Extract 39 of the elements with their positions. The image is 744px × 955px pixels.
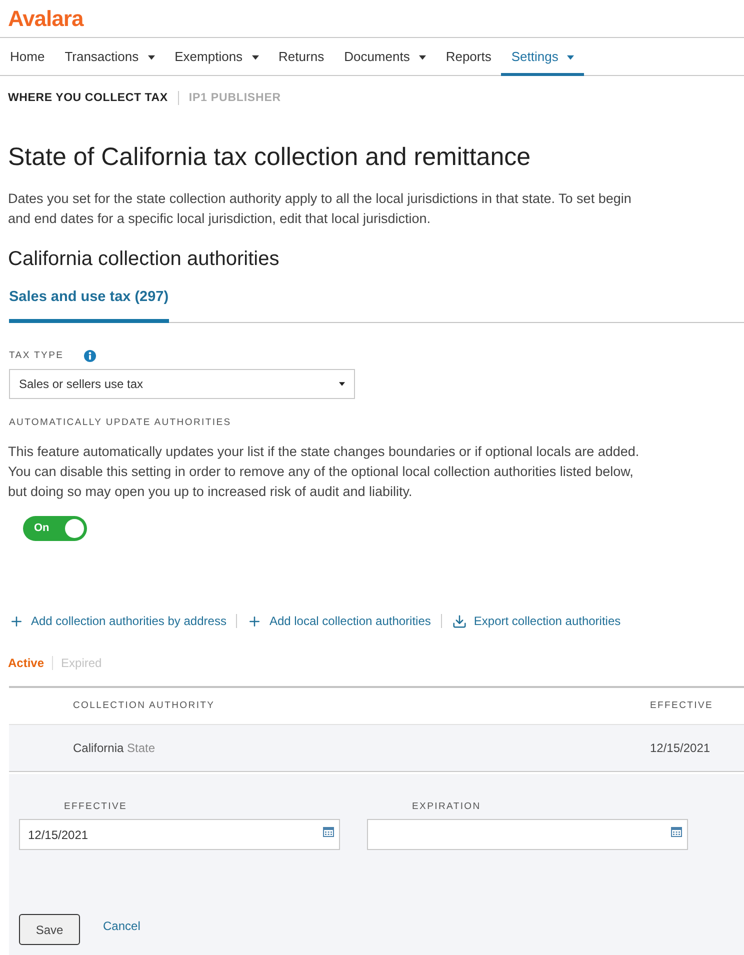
description-text: This feature automatically updates your list if the state changes boundaries or if optional locals are added. You can disable this setting in order to remove any of the optional local collection authorities listed below, but doing so may open you up to increased risk of audit and liability. — [8, 443, 640, 501]
date-cell-text: 12/15/2021 — [650, 740, 712, 757]
nav-tab[interactable]: Settings — [501, 38, 584, 76]
field-label: AUTOMATICALLY UPDATE AUTHORITIES — [9, 416, 232, 430]
download-icon — [452, 614, 467, 628]
nav-tab[interactable]: Exemptions — [164, 38, 269, 76]
nav-tab[interactable]: Documents — [334, 38, 436, 76]
date-field[interactable] — [367, 819, 688, 850]
intro-text: Dates you set for the state collection authority apply to all the local jurisdictions in that state. To set begin and end dates for a specific local jurisdiction, edit that local jurisdiction. — [8, 190, 632, 228]
section-title: California collection authorities — [8, 247, 280, 272]
add-link[interactable]: Add local collection authorities — [247, 612, 431, 630]
breadcrumb-context: IP1 PUBLISHER — [188, 91, 281, 106]
calendar-icon[interactable] — [323, 827, 334, 837]
table-row[interactable]: California State 12/15/2021 — [9, 724, 744, 772]
tax-type-select[interactable]: Sales or sellers use tax — [9, 369, 355, 399]
field-label: TAX TYPE — [9, 349, 64, 363]
page-title: State of California tax collection and remittance — [8, 142, 530, 173]
tab[interactable]: Sales and use tax (297) — [9, 287, 169, 323]
column-header: EFFECTIVE — [650, 699, 714, 713]
plus-icon — [247, 614, 262, 628]
add-link[interactable]: Add collection authorities by address — [9, 612, 226, 630]
switch-knob — [65, 519, 84, 538]
caret-down-icon — [339, 382, 345, 386]
nav-tab[interactable]: Returns — [268, 38, 334, 76]
export-link[interactable]: Export collection authorities — [452, 612, 621, 630]
date-field[interactable]: 12/15/2021 — [19, 819, 340, 850]
nav-tab[interactable]: Reports — [436, 38, 502, 76]
plus-icon — [9, 614, 24, 628]
nav-tab[interactable]: Home — [0, 38, 55, 76]
cancel-link[interactable]: Cancel — [103, 916, 140, 934]
info-icon[interactable] — [84, 350, 96, 362]
authority-cell-text: California State — [73, 740, 156, 757]
nav-tab[interactable]: Transactions — [54, 38, 165, 76]
calendar-icon[interactable] — [671, 827, 682, 837]
field-label: EFFECTIVE — [64, 800, 128, 814]
column-header: COLLECTION AUTHORITY — [73, 699, 216, 713]
field-label: EXPIRATION — [412, 800, 481, 814]
breadcrumb-title: WHERE YOU COLLECT TAX — [8, 91, 168, 106]
save-button[interactable]: Save — [19, 914, 80, 945]
